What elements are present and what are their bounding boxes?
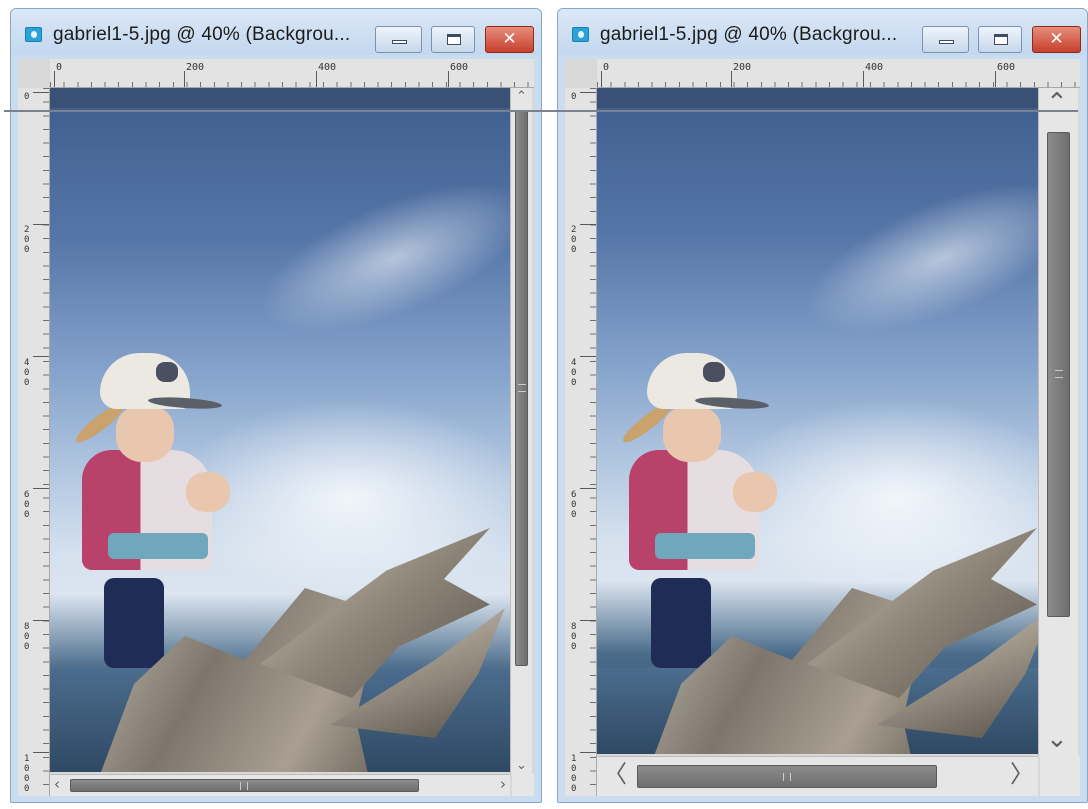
- ruler-label: 400: [571, 358, 577, 388]
- maximize-button[interactable]: [431, 26, 475, 53]
- ruler-label: 600: [997, 62, 1016, 73]
- image-window-left: gabriel1-5.jpg @ 40% (Backgrou... ✕ 0 20…: [10, 8, 542, 803]
- minimize-button[interactable]: [922, 26, 969, 53]
- scroll-right-icon[interactable]: 〉: [1010, 762, 1034, 786]
- horizontal-scroll-thumb[interactable]: [637, 765, 937, 788]
- ruler-label: 400: [24, 358, 30, 388]
- scroll-up-icon[interactable]: ⌃: [1046, 90, 1068, 116]
- minimize-icon: [939, 40, 954, 44]
- ruler-label: 200: [571, 225, 577, 255]
- scroll-left-icon[interactable]: ‹: [54, 777, 60, 792]
- ruler-label: 400: [318, 62, 337, 73]
- ruler-label: 200: [186, 62, 205, 73]
- vertical-scrollbar[interactable]: ⌃ ⌄: [1038, 88, 1078, 756]
- minimize-icon: [392, 40, 407, 44]
- size-grip[interactable]: [512, 774, 534, 796]
- window-title: gabriel1-5.jpg @ 40% (Backgrou...: [600, 24, 898, 45]
- horizontal-ruler: 0 200 400 600: [50, 59, 534, 88]
- title-bar[interactable]: gabriel1-5.jpg @ 40% (Backgrou... ✕: [558, 9, 1087, 55]
- image-canvas[interactable]: [50, 88, 510, 772]
- close-icon: ✕: [502, 29, 517, 49]
- image-window-right: gabriel1-5.jpg @ 40% (Backgrou... ✕ 0 20…: [557, 8, 1088, 803]
- close-button[interactable]: ✕: [485, 26, 534, 53]
- ruler-label: 0: [603, 62, 610, 73]
- horizontal-scrollbar[interactable]: ‹ ›: [50, 774, 510, 796]
- vertical-scrollbar[interactable]: ⌃ ⌄: [510, 88, 532, 774]
- ruler-label: 0: [56, 62, 63, 73]
- app-image-icon: [25, 27, 42, 42]
- ruler-label: 200: [733, 62, 752, 73]
- ruler-label: 600: [571, 490, 577, 520]
- minimize-button[interactable]: [375, 26, 422, 53]
- ruler-label: 0: [24, 92, 30, 102]
- maximize-button[interactable]: [978, 26, 1022, 53]
- ruler-label: 200: [24, 225, 30, 255]
- scroll-left-icon[interactable]: 〈: [603, 762, 627, 786]
- ruler-label: 1000: [24, 754, 30, 794]
- guide-line: [4, 110, 1078, 112]
- horizontal-ruler: 0 200 400 600: [597, 59, 1080, 88]
- ruler-label: 400: [865, 62, 884, 73]
- window-title: gabriel1-5.jpg @ 40% (Backgrou...: [53, 24, 351, 45]
- app-image-icon: [572, 27, 589, 42]
- ruler-label: 600: [24, 490, 30, 520]
- image-canvas[interactable]: [597, 88, 1038, 754]
- ruler-label: 800: [571, 622, 577, 652]
- vertical-ruler: 0 200 400 600 800 1000: [18, 88, 50, 796]
- ruler-label: 800: [24, 622, 30, 652]
- maximize-icon: [447, 34, 461, 45]
- horizontal-scrollbar[interactable]: 〈 〉: [597, 756, 1038, 796]
- ruler-label: 1000: [571, 754, 577, 794]
- document-area: 0 200 400 600 0 200 400 600 800 1000 ⌃ ⌄: [18, 59, 534, 796]
- title-bar[interactable]: gabriel1-5.jpg @ 40% (Backgrou... ✕: [11, 9, 541, 55]
- close-icon: ✕: [1049, 29, 1064, 49]
- horizontal-scroll-thumb[interactable]: [70, 779, 419, 792]
- maximize-icon: [994, 34, 1008, 45]
- scroll-up-icon[interactable]: ⌃: [516, 90, 527, 103]
- vertical-scroll-thumb[interactable]: [515, 110, 528, 666]
- scroll-right-icon[interactable]: ›: [500, 777, 506, 792]
- vertical-ruler: 0 200 400 600 800 1000: [565, 88, 597, 796]
- scroll-down-icon[interactable]: ⌄: [516, 759, 527, 772]
- vertical-scroll-thumb[interactable]: [1047, 132, 1070, 617]
- scroll-down-icon[interactable]: ⌄: [1046, 726, 1068, 752]
- ruler-label: 0: [571, 92, 577, 102]
- ruler-label: 600: [450, 62, 469, 73]
- close-button[interactable]: ✕: [1032, 26, 1081, 53]
- document-area: 0 200 400 600 0 200 400 600 800 1000 ⌃ ⌄: [565, 59, 1080, 796]
- size-grip[interactable]: [1040, 756, 1080, 796]
